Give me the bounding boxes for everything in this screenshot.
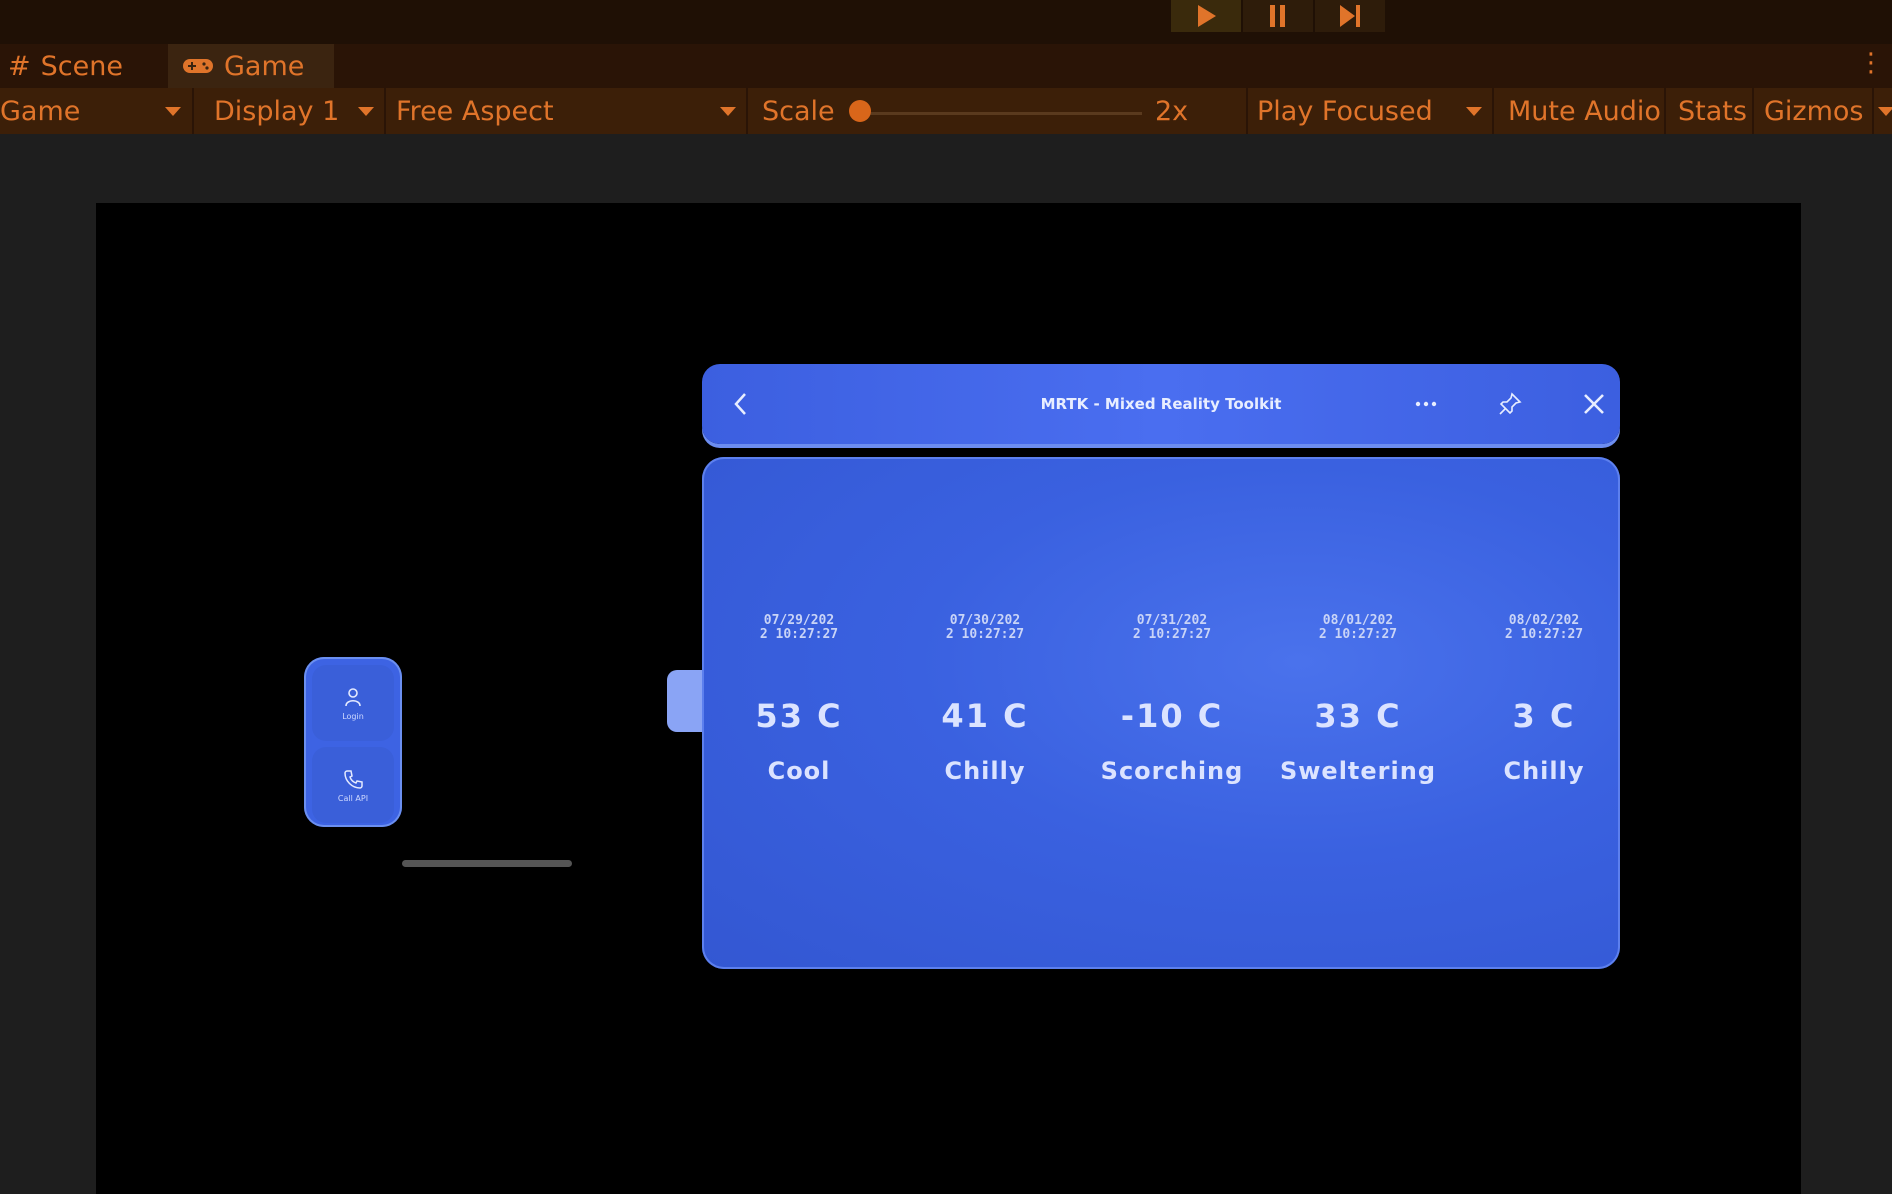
forecast-item: 08/02/202 2 10:27:27 3 C Chilly (1454, 457, 1634, 969)
forecast-item: 07/30/202 2 10:27:27 41 C Chilly (895, 457, 1075, 969)
step-icon (1340, 5, 1360, 27)
gizmos-label: Gizmos (1764, 95, 1864, 127)
person-icon (345, 687, 361, 706)
chevron-down-icon (1466, 107, 1482, 116)
pause-button[interactable] (1243, 0, 1313, 32)
forecast-date: 07/29/202 2 10:27:27 (759, 613, 839, 642)
gizmos-toggle[interactable]: Gizmos (1754, 88, 1874, 134)
hand-menu-grab-bar[interactable] (402, 860, 572, 867)
scale-value-text: 2x (1155, 95, 1189, 127)
forecast-temperature: 33 C (1314, 697, 1402, 735)
login-button[interactable]: Login (312, 665, 394, 741)
forecast-temperature: 3 C (1512, 697, 1576, 735)
weather-panel: 07/29/202 2 10:27:27 53 C Cool 07/30/202… (702, 457, 1620, 969)
call-api-button[interactable]: Call API (312, 747, 394, 823)
chevron-down-icon (720, 107, 736, 116)
chevron-down-icon (1878, 107, 1892, 116)
scale-label: Scale (762, 95, 835, 127)
step-button[interactable] (1315, 0, 1385, 32)
forecast-temperature: 53 C (755, 697, 843, 735)
pin-icon (1499, 392, 1522, 415)
close-button[interactable] (1569, 364, 1619, 444)
forecast-date: 08/02/202 2 10:27:27 (1504, 613, 1584, 642)
gizmos-dropdown[interactable] (1874, 88, 1892, 134)
play-icon (1198, 5, 1216, 27)
tab-scene[interactable]: # Scene (8, 44, 166, 88)
ellipsis-icon (1415, 401, 1437, 407)
pin-button[interactable] (1485, 364, 1535, 444)
forecast-description: Scorching (1100, 757, 1244, 785)
scale-slider-track[interactable] (860, 112, 1142, 115)
tab-game[interactable]: Game (168, 44, 334, 88)
game-select[interactable]: Game (0, 88, 194, 134)
hand-menu: Login Call API (304, 657, 402, 827)
game-viewport[interactable]: Login Call API MRTK - Mixed Reality Tool… (96, 203, 1801, 1194)
tab-scene-label: Scene (40, 50, 123, 82)
side-tab-handle[interactable] (667, 670, 707, 732)
stats-label: Stats (1678, 95, 1747, 127)
forecast-temperature: -10 C (1120, 697, 1224, 735)
forecast-description: Chilly (944, 757, 1026, 785)
gamepad-icon (183, 59, 213, 73)
login-label: Login (342, 711, 364, 721)
forecast-temperature: 41 C (941, 697, 1029, 735)
stats-toggle[interactable]: Stats (1666, 88, 1754, 134)
window-title-bar[interactable]: MRTK - Mixed Reality Toolkit (702, 364, 1620, 444)
display-select-value: Display 1 (214, 95, 340, 127)
chevron-down-icon (165, 107, 181, 116)
forecast-description: Cool (767, 757, 831, 785)
close-icon (1584, 394, 1604, 414)
mute-audio-toggle[interactable]: Mute Audio (1494, 88, 1666, 134)
chevron-down-icon (358, 107, 374, 116)
window-title: MRTK - Mixed Reality Toolkit (1040, 395, 1282, 413)
aspect-select[interactable]: Free Aspect (386, 88, 748, 134)
scale-value: 2x (1155, 88, 1245, 134)
mute-audio-label: Mute Audio (1508, 95, 1661, 127)
more-options-icon[interactable]: ⋮ (1858, 50, 1884, 76)
forecast-date: 08/01/202 2 10:27:27 (1318, 613, 1398, 642)
phone-icon (344, 769, 363, 789)
display-select[interactable]: Display 1 (194, 88, 386, 134)
game-toolbar: Game Display 1 Free Aspect Scale 2x Play… (0, 88, 1892, 134)
forecast-description: Chilly (1503, 757, 1585, 785)
forecast-item: 08/01/202 2 10:27:27 33 C Sweltering (1268, 457, 1448, 969)
tab-bar: # Scene Game (0, 44, 1892, 88)
game-select-value: Game (0, 95, 81, 127)
play-mode-value: Play Focused (1257, 95, 1433, 127)
hash-icon: # (8, 50, 31, 82)
forecast-description: Sweltering (1279, 757, 1437, 785)
back-button[interactable] (716, 364, 766, 444)
scale-slider-handle[interactable] (849, 100, 871, 122)
play-button[interactable] (1171, 0, 1241, 32)
tab-game-label: Game (224, 50, 305, 82)
pause-icon (1270, 5, 1285, 27)
play-controls-bar (0, 0, 1892, 44)
play-mode-select[interactable]: Play Focused (1248, 88, 1494, 134)
forecast-date: 07/31/202 2 10:27:27 (1132, 613, 1212, 642)
more-button[interactable] (1401, 364, 1451, 444)
forecast-item: 07/31/202 2 10:27:27 -10 C Scorching (1082, 457, 1262, 969)
forecast-date: 07/30/202 2 10:27:27 (945, 613, 1025, 642)
call-api-label: Call API (337, 793, 369, 803)
chevron-left-icon (734, 393, 746, 415)
aspect-select-value: Free Aspect (396, 95, 554, 127)
forecast-item: 07/29/202 2 10:27:27 53 C Cool (709, 457, 889, 969)
